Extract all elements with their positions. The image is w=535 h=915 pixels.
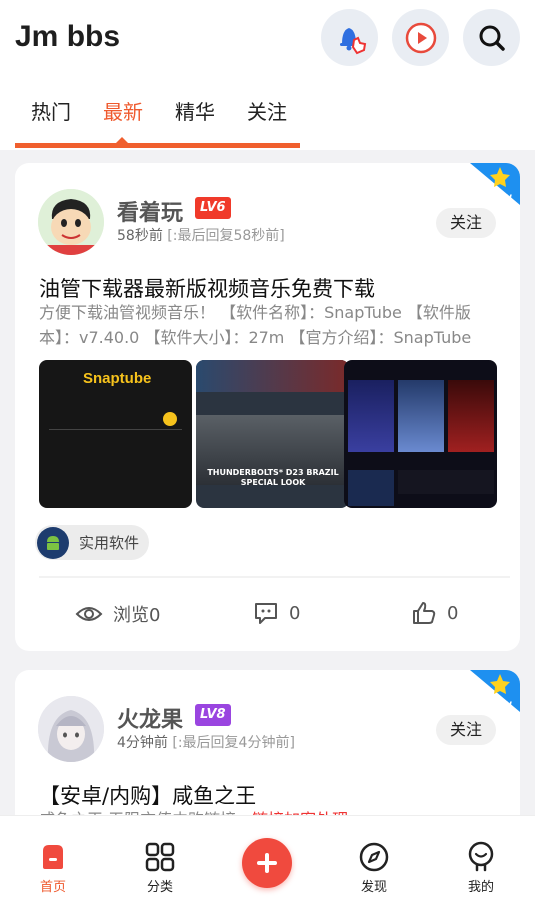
create-post-button[interactable] bbox=[242, 838, 292, 888]
new-badge: NEW bbox=[470, 670, 520, 712]
post-title[interactable]: 油管下载器最新版视频音乐免费下载 bbox=[39, 273, 375, 303]
bottom-nav: 首页 分类 发现 我的 bbox=[0, 815, 535, 915]
post-image[interactable]: Snaptube bbox=[39, 360, 192, 508]
tab-featured[interactable]: 精华 bbox=[159, 94, 231, 144]
card-divider bbox=[39, 576, 510, 578]
tab-indicator bbox=[15, 143, 300, 148]
follow-button[interactable]: 关注 bbox=[436, 208, 496, 238]
nav-category[interactable]: 分类 bbox=[125, 840, 195, 895]
new-badge-label: NEW bbox=[488, 194, 512, 204]
last-reply: [:最后回复58秒前] bbox=[167, 228, 285, 244]
post-meta: 58秒前 [:最后回复58秒前] bbox=[117, 225, 285, 245]
post-meta: 4分钟前 [:最后回复4分钟前] bbox=[117, 732, 295, 752]
thumb-tile-1 bbox=[348, 380, 394, 452]
android-icon bbox=[37, 526, 69, 559]
comments-stat[interactable]: 0 bbox=[253, 601, 300, 625]
nav-discover[interactable]: 发现 bbox=[339, 840, 409, 895]
comments-count: 0 bbox=[289, 602, 301, 624]
top-bar: Jm bbs 热门 最新 精华 关注 bbox=[0, 0, 535, 150]
compass-icon bbox=[359, 842, 389, 872]
grid-icon bbox=[145, 842, 175, 872]
avatar[interactable] bbox=[38, 696, 104, 762]
nav-discover-label: 发现 bbox=[360, 880, 387, 895]
post-description: 方便下载油管视频音乐！ 【软件名称】：SnapTube 【软件版本】：v7.40… bbox=[39, 303, 472, 347]
thumb-tile-5 bbox=[398, 470, 494, 494]
eye-icon bbox=[75, 607, 103, 621]
thumb-tile-2 bbox=[398, 380, 444, 452]
post-image[interactable] bbox=[344, 360, 497, 508]
thumbs-up-icon bbox=[413, 602, 436, 624]
thumb-search-bar bbox=[49, 412, 182, 430]
username[interactable]: 火龙果 bbox=[117, 702, 183, 734]
search-button[interactable] bbox=[463, 9, 520, 66]
search-icon bbox=[479, 25, 505, 51]
plus-icon bbox=[257, 853, 277, 873]
play-icon bbox=[405, 22, 436, 53]
new-badge: NEW bbox=[470, 163, 520, 205]
app-title: Jm bbs bbox=[15, 20, 121, 53]
new-badge-label: NEW bbox=[488, 701, 512, 711]
bell-icon bbox=[339, 27, 366, 54]
category-tag[interactable]: 实用软件 bbox=[35, 525, 150, 560]
thumb-app-title: Snaptube bbox=[83, 370, 152, 387]
follow-button[interactable]: 关注 bbox=[436, 715, 496, 745]
post-image[interactable]: THUNDERBOLTS* D23 BRAZIL SPECIAL LOOK bbox=[196, 360, 349, 508]
home-icon bbox=[43, 845, 63, 869]
likes-count: 0 bbox=[447, 602, 459, 624]
profile-icon bbox=[468, 841, 494, 872]
views-count: 浏览0 bbox=[113, 605, 161, 626]
likes-stat[interactable]: 0 bbox=[411, 601, 458, 625]
views-stat[interactable]: 浏览0 bbox=[75, 601, 160, 627]
tab-following[interactable]: 关注 bbox=[231, 94, 303, 144]
post-time: 4分钟前 bbox=[117, 735, 168, 751]
username[interactable]: 看着玩 bbox=[117, 195, 183, 227]
nav-home-label: 首页 bbox=[39, 880, 66, 895]
tab-hot[interactable]: 热门 bbox=[15, 94, 87, 144]
nav-category-label: 分类 bbox=[146, 880, 173, 895]
post-title[interactable]: 【安卓/内购】咸鱼之王 bbox=[39, 780, 256, 810]
category-tag-label: 实用软件 bbox=[79, 534, 140, 552]
thumb-search-dot bbox=[163, 412, 177, 426]
avatar[interactable] bbox=[38, 189, 104, 255]
comment-icon bbox=[255, 603, 277, 624]
nav-home[interactable]: 首页 bbox=[18, 840, 88, 895]
nav-profile[interactable]: 我的 bbox=[446, 840, 516, 895]
level-badge: LV6 bbox=[195, 197, 231, 219]
thumb-tile-3 bbox=[448, 380, 494, 452]
nav-profile-label: 我的 bbox=[467, 880, 494, 895]
last-reply: [:最后回复4分钟前] bbox=[172, 735, 295, 751]
thumb-tile-4 bbox=[348, 470, 394, 506]
post-card[interactable]: 看着玩 LV6 58秒前 [:最后回复58秒前] 关注 NEW 油管下载器最新版… bbox=[15, 163, 520, 651]
thumb-video-caption: THUNDERBOLTS* D23 BRAZIL SPECIAL LOOK bbox=[207, 468, 339, 487]
tab-bar: 热门 最新 精华 关注 bbox=[15, 94, 303, 144]
post-time: 58秒前 bbox=[117, 228, 163, 244]
video-button[interactable] bbox=[392, 9, 449, 66]
notification-button[interactable] bbox=[321, 9, 378, 66]
thumb-banner-top bbox=[196, 360, 349, 392]
post-card[interactable]: 火龙果 LV8 4分钟前 [:最后回复4分钟前] 关注 NEW 【安卓/内购】咸… bbox=[15, 670, 520, 830]
level-badge: LV8 bbox=[195, 704, 231, 726]
